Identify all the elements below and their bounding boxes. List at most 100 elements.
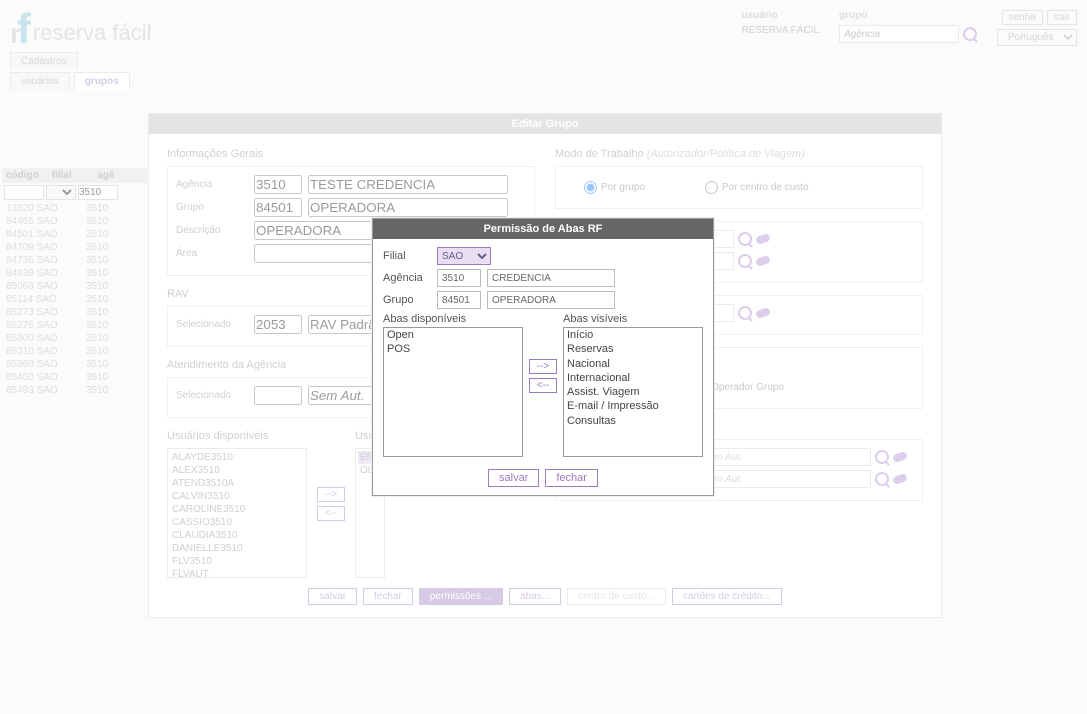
table-row[interactable]: 84939 SAO3510 — [2, 267, 147, 280]
list-item[interactable]: FLV3510 — [170, 555, 304, 568]
modal-agencia-name[interactable] — [487, 269, 615, 287]
logo: f reserva fácil — [10, 10, 152, 46]
editor-title: Editar Grupo — [149, 114, 941, 134]
grupo-code[interactable] — [254, 198, 302, 217]
table-row[interactable]: 85114 SAO3510 — [2, 293, 147, 306]
col-codigo[interactable]: código — [6, 170, 52, 181]
sair-button[interactable]: sair — [1047, 10, 1077, 25]
modal-fechar-button[interactable]: fechar — [545, 469, 598, 487]
clear-icon[interactable] — [755, 307, 771, 319]
clear-icon[interactable] — [892, 473, 908, 485]
filter-filial[interactable] — [46, 185, 76, 200]
list-item[interactable]: CALVIN3510 — [170, 490, 304, 503]
filter-codigo[interactable] — [4, 185, 44, 200]
descricao-label: Descrição — [176, 225, 248, 236]
rav-code[interactable] — [254, 315, 302, 334]
list-item[interactable]: Internacional — [564, 371, 702, 385]
tab-cadastros[interactable]: Cadastros — [10, 52, 78, 70]
search-icon[interactable] — [738, 306, 752, 320]
language-select[interactable]: Português — [997, 29, 1077, 46]
top-tabs: Cadastros usuários grupos — [0, 48, 1087, 90]
list-item[interactable]: FLVAUT — [170, 568, 304, 578]
clear-icon[interactable] — [892, 451, 908, 463]
list-item[interactable]: Nacional — [564, 357, 702, 371]
agencia-code[interactable] — [254, 175, 302, 194]
table-row[interactable]: 13320 SAO3510 — [2, 202, 147, 215]
tab-grupos[interactable]: grupos — [74, 72, 130, 90]
list-item[interactable]: Reservas — [564, 342, 702, 356]
table-rows: 13320 SAO351084465 SAO351084501 SAO35108… — [2, 202, 147, 397]
table-row[interactable]: 85273 SAO3510 — [2, 306, 147, 319]
cartoes-button[interactable]: cartões de crédito... — [672, 588, 782, 605]
list-item[interactable]: ALAYDE3510 — [170, 451, 304, 464]
info-title: Informações Gerais — [167, 148, 535, 160]
agencia-label: Agência — [176, 179, 248, 190]
table-row[interactable]: 85360 SAO3510 — [2, 358, 147, 371]
agency-search-input[interactable] — [839, 25, 959, 43]
abas-visible-list[interactable]: InícioReservasNacionalInternacionalAssis… — [563, 327, 703, 457]
col-filial[interactable]: filial — [52, 170, 98, 181]
table-row[interactable]: 85450 SAO3510 — [2, 371, 147, 384]
table-row[interactable]: 84501 SAO3510 — [2, 228, 147, 241]
list-item[interactable]: CAROLINE3510 — [170, 503, 304, 516]
agencia-name[interactable] — [308, 175, 508, 194]
atend-selecionado-label: Selecionado — [176, 390, 248, 401]
list-item[interactable]: DANIELLE3510 — [170, 542, 304, 555]
filter-agencia[interactable] — [78, 185, 118, 200]
modal-grupo-name[interactable] — [487, 291, 615, 309]
abas-button[interactable]: abas... — [509, 588, 561, 605]
table-row[interactable]: 84709 SAO3510 — [2, 241, 147, 254]
nacional-name[interactable] — [701, 448, 871, 466]
list-item[interactable]: Open — [384, 328, 522, 342]
fechar-button[interactable]: fechar — [363, 588, 413, 605]
list-item[interactable]: E-mail / Impressão — [564, 399, 702, 413]
table-row[interactable]: 84465 SAO3510 — [2, 215, 147, 228]
search-icon[interactable] — [738, 254, 752, 268]
senha-button[interactable]: senha — [1002, 10, 1043, 25]
table-row[interactable]: 85310 SAO3510 — [2, 345, 147, 358]
abas-visible-label: Abas visíveis — [563, 313, 703, 325]
table-row[interactable]: 85300 SAO3510 — [2, 332, 147, 345]
aba-add-button[interactable]: --> — [529, 359, 557, 374]
list-item[interactable]: Início — [564, 328, 702, 342]
abas-available-list[interactable]: OpenPOS — [383, 327, 523, 457]
modal-agencia-code[interactable] — [437, 269, 481, 287]
clear-icon[interactable] — [755, 233, 771, 245]
radio-por-cc[interactable]: Por centro de custo — [705, 181, 809, 194]
radio-por-grupo[interactable]: Por grupo — [584, 181, 645, 194]
list-item[interactable]: CASSIO3510 — [170, 516, 304, 529]
user-remove-button[interactable]: <-- — [317, 506, 345, 521]
modal-title: Permissão de Abas RF — [373, 219, 713, 239]
clear-icon[interactable] — [755, 255, 771, 267]
permissoes-button[interactable]: permissões ... — [419, 588, 503, 605]
table-row[interactable]: 85068 SAO3510 — [2, 280, 147, 293]
list-item[interactable]: Assist. Viagem — [564, 385, 702, 399]
list-item[interactable]: Consultas — [564, 414, 702, 428]
list-item[interactable]: ATEND3510A — [170, 477, 304, 490]
modal-salvar-button[interactable]: salvar — [488, 469, 539, 487]
user-add-button[interactable]: --> — [317, 487, 345, 502]
table-row[interactable]: 85493 SAO3510 — [2, 384, 147, 397]
users-available-list[interactable]: ALAYDE3510ALEX3510ATEND3510ACALVIN3510CA… — [167, 448, 307, 578]
list-item[interactable]: ALEX3510 — [170, 464, 304, 477]
modal-filial-select[interactable]: SAO — [437, 247, 491, 265]
modal-filial-label: Filial — [383, 250, 431, 262]
salvar-button[interactable]: salvar — [308, 588, 357, 605]
cc-button: centro de custo... — [567, 588, 666, 605]
tab-usuarios[interactable]: usuários — [10, 72, 70, 90]
logo-text: reserva fácil — [33, 20, 152, 46]
search-icon[interactable] — [738, 232, 752, 246]
list-item[interactable]: POS — [384, 342, 522, 356]
search-icon[interactable] — [875, 472, 889, 486]
table-row[interactable]: 85276 SAO3510 — [2, 319, 147, 332]
search-icon[interactable] — [875, 450, 889, 464]
aba-remove-button[interactable]: <-- — [529, 378, 557, 393]
list-item[interactable]: CLAUDIA3510 — [170, 529, 304, 542]
grupo-name[interactable] — [308, 198, 508, 217]
atend-code[interactable] — [254, 386, 302, 405]
search-icon[interactable] — [963, 27, 977, 41]
modal-grupo-code[interactable] — [437, 291, 481, 309]
table-row[interactable]: 84735 SAO3510 — [2, 254, 147, 267]
intl-name[interactable] — [701, 470, 871, 488]
col-agencia[interactable]: agê — [97, 170, 143, 181]
